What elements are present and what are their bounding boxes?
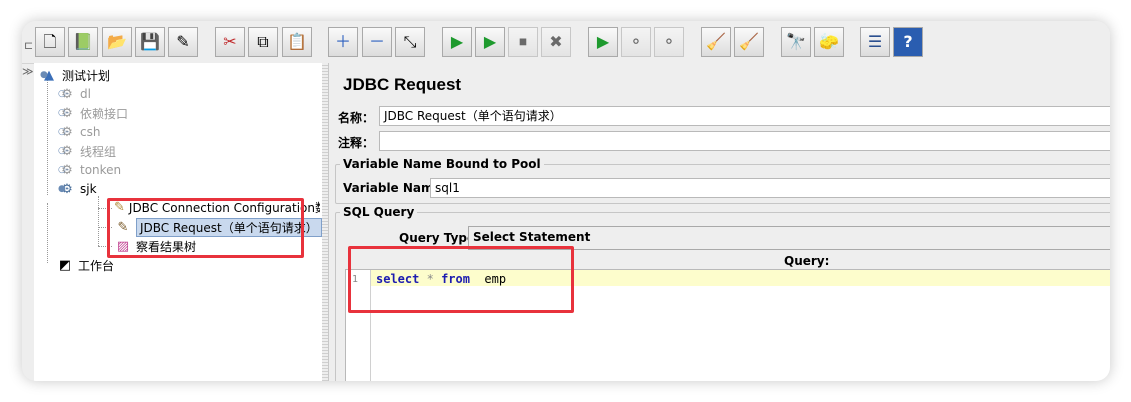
comment-field[interactable] <box>379 131 1110 151</box>
name-field[interactable]: JDBC Request（单个语句请求） <box>379 106 1110 126</box>
cut-icon: ✂ <box>223 32 237 51</box>
name-label: 名称： <box>338 111 375 125</box>
reset-search-button[interactable]: 🧽 <box>814 27 844 57</box>
highlight-box-tree <box>107 198 304 258</box>
tree-node-thread-group[interactable]: ○- ⚙ 线程组 <box>58 142 116 160</box>
pool-group: Variable Name Bound to Pool Variable Nam… <box>335 157 1110 204</box>
tree-node-test-plan[interactable]: ● ▲ 测试计划 <box>40 66 110 84</box>
help-icon: ? <box>903 32 913 51</box>
collapse-icon: － <box>368 32 385 51</box>
test-plan-tree: ● ▲ 测试计划 ○- ⚙ dl ○- ⚙ 依赖接口 ○- ⚙ csh ○- ⚙ 线程组… <box>34 63 323 381</box>
tree-node-sjk[interactable]: ●- ⚙ sjk <box>58 180 97 198</box>
tree-node-label: sjk <box>80 182 97 196</box>
tree-node-label: dl <box>80 87 91 101</box>
highlight-box-query <box>348 246 574 313</box>
tree-node-csh[interactable]: ○- ⚙ csh <box>58 123 100 141</box>
query-label: Query: <box>784 254 830 268</box>
help-button[interactable]: ? <box>893 27 923 57</box>
remote-start-button[interactable]: ▶ <box>588 27 618 57</box>
stop-button[interactable]: ⏹ <box>508 27 538 57</box>
clear-all-icon: 🧹 <box>739 32 759 51</box>
tree-node-label: 测试计划 <box>62 68 111 83</box>
copy-button[interactable]: ⧉ <box>248 27 278 57</box>
remote-stop-icon: ⚬ <box>629 32 643 51</box>
function-helper-icon: ☰ <box>867 32 883 51</box>
tree-node-workbench[interactable]: ◩ 工作台 <box>56 256 114 274</box>
clear-icon: 🧹 <box>706 32 726 51</box>
expand-icon: ＋ <box>334 32 351 51</box>
tree-node-label: 依赖接口 <box>80 106 129 121</box>
stop-icon: ⏹ <box>518 32 527 51</box>
tree-node-dependency[interactable]: ○- ⚙ 依赖接口 <box>58 104 128 122</box>
open-icon: 📂 <box>107 32 127 51</box>
remote-stop-button[interactable]: ⚬ <box>621 27 651 57</box>
tree-node-label: 工作台 <box>78 258 115 273</box>
panel-title: JDBC Request <box>343 75 462 94</box>
expand-button[interactable]: ＋ <box>328 27 358 57</box>
shutdown-button[interactable]: ✖ <box>541 27 571 57</box>
sql-query-group-title: SQL Query <box>340 205 418 219</box>
toolbar: 🗋 📗 📂 💾 ✎ ✂ ⧉ 📋 ＋ － ⤡ ▶ ▶ ⏹ ✖ ▶ ⚬ ⚬ 🧹 🧹 🔭 🧽 ☰? <box>22 21 1110 64</box>
app-window: 🗋 📗 📂 💾 ✎ ✂ ⧉ 📋 ＋－ ⤡ ▶ ▶ ⏹ ✖ ▶ ⚬ ⚬ 🧹 🧹 🔭 🧽 ☰? ⊏ ≫ ● ▲ 测试计划 ○-… <box>22 21 1110 381</box>
jdbc-request-panel: JDBC Request 名称： JDBC Request（单个语句请求） 注释… <box>328 63 1110 381</box>
start-icon: ▶ <box>450 32 464 51</box>
comment-label: 注释： <box>338 136 375 150</box>
start-no-pauses-button[interactable]: ▶ <box>475 27 505 57</box>
remote-shutdown-icon: ⚬ <box>662 32 676 51</box>
variable-name-field[interactable]: sql1 <box>430 178 1110 198</box>
tree-node-label: csh <box>80 125 101 139</box>
cut-button[interactable]: ✂ <box>215 27 245 57</box>
tree-node-dl[interactable]: ○- ⚙ dl <box>58 85 91 103</box>
function-helper-button[interactable]: ☰ <box>860 27 890 57</box>
start-button[interactable]: ▶ <box>442 27 472 57</box>
remote-start-icon: ▶ <box>596 32 610 51</box>
save-icon: 💾 <box>140 32 160 51</box>
save-as-button[interactable]: ✎ <box>168 27 198 57</box>
reset-search-icon: 🧽 <box>819 32 839 51</box>
clear-button[interactable]: 🧹 <box>701 27 731 57</box>
tree-node-tonken[interactable]: ○- ⚙ tonken <box>58 161 121 179</box>
collapse-button[interactable]: － <box>362 27 392 57</box>
paste-icon: 📋 <box>287 32 307 51</box>
remote-shutdown-button[interactable]: ⚬ <box>654 27 684 57</box>
toggle-icon: ⤡ <box>403 32 417 51</box>
pool-group-title: Variable Name Bound to Pool <box>340 157 544 171</box>
shutdown-icon: ✖ <box>549 32 563 51</box>
search-button[interactable]: 🔭 <box>781 27 811 57</box>
collapse-arrow-icon: ≫ <box>22 65 34 78</box>
tree-node-label: 线程组 <box>80 144 117 159</box>
tree-node-label: tonken <box>80 163 122 177</box>
search-icon: 🔭 <box>786 32 806 51</box>
new-button[interactable]: 🗋 <box>35 27 65 57</box>
new-icon: 🗋 <box>43 32 57 51</box>
toggle-button[interactable]: ⤡ <box>395 27 425 57</box>
paste-button[interactable]: 📋 <box>282 27 312 57</box>
open-button[interactable]: 📂 <box>102 27 132 57</box>
templates-button[interactable]: 📗 <box>68 27 98 57</box>
start-no-pauses-icon: ▶ <box>483 32 497 51</box>
workbench-icon: ◩ <box>58 257 72 273</box>
copy-icon: ⧉ <box>257 32 269 51</box>
clear-all-button[interactable]: 🧹 <box>734 27 764 57</box>
save-as-icon: ✎ <box>176 32 190 51</box>
templates-icon: 📗 <box>73 32 93 51</box>
save-button[interactable]: 💾 <box>135 27 165 57</box>
